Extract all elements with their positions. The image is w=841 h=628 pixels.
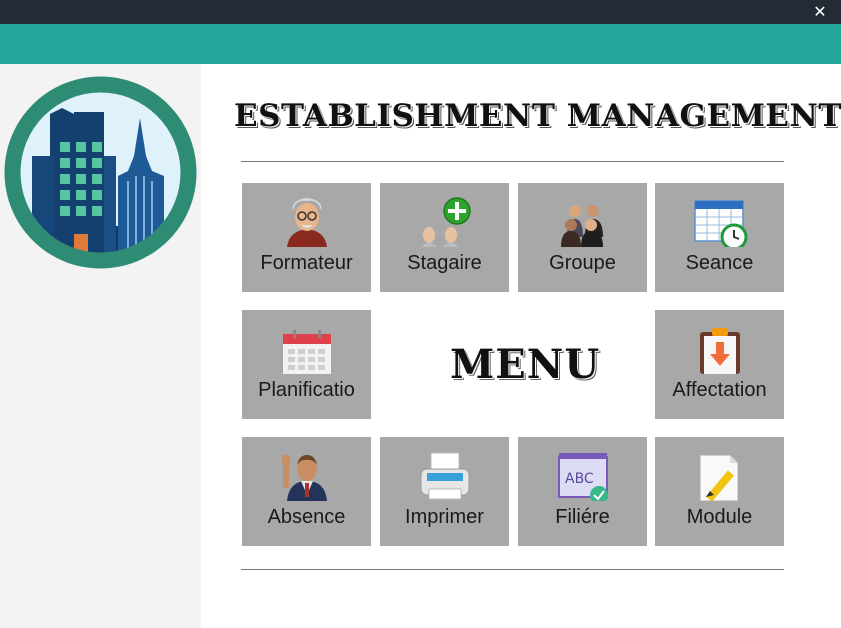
tile-absence[interactable]: Absence [242, 437, 371, 546]
tile-label: Filiére [555, 506, 610, 528]
printer-icon [420, 452, 469, 500]
main-panel: ESTABLISHMENT MANAGEMENT Formateur Staga… [201, 64, 841, 628]
sidebar [0, 64, 201, 628]
divider-top [241, 161, 784, 162]
header-band [0, 24, 841, 64]
tile-label: Absence [267, 506, 346, 528]
tile-label: Groupe [549, 252, 616, 274]
add-trainee-icon [420, 197, 471, 247]
group-icon [560, 205, 603, 247]
divider-bottom [241, 569, 784, 570]
app-title-text: ESTABLISHMENT MANAGEMENT [234, 98, 841, 134]
note-pencil-icon [699, 454, 738, 501]
tile-label: Module [686, 506, 753, 528]
tile-imprimer[interactable]: Imprimer [380, 437, 509, 546]
schedule-clock-icon [693, 200, 747, 247]
tile-label: Seance [685, 252, 754, 274]
tile-seance[interactable]: Seance [655, 183, 784, 292]
tile-module[interactable]: Module [655, 437, 784, 546]
clipboard-download-icon [699, 328, 740, 374]
tile-planificatio[interactable]: Planificatio [242, 310, 371, 419]
teacher-icon [286, 198, 327, 247]
tile-stagaire[interactable]: Stagaire [380, 183, 509, 292]
tile-label: Formateur [260, 252, 353, 274]
tile-affectation[interactable]: Affectation [655, 310, 784, 419]
app-title: ESTABLISHMENT MANAGEMENT [234, 98, 841, 142]
title-bar: ✕ [0, 0, 841, 24]
tile-label: Imprimer [405, 506, 484, 528]
tile-label: Stagaire [407, 252, 482, 274]
abc-board-icon: ABC [557, 453, 608, 501]
tile-groupe[interactable]: Groupe [518, 183, 647, 292]
svg-text:ABC: ABC [565, 471, 594, 487]
tile-formateur[interactable]: Formateur [242, 183, 371, 292]
tile-label: Affectation [672, 379, 767, 401]
tile-label: Planificatio [258, 379, 355, 401]
tile-filiere[interactable]: ABC Filiére [518, 437, 647, 546]
building-logo-icon [4, 76, 197, 269]
menu-heading: MENU [450, 341, 601, 388]
raised-hand-person-icon [281, 455, 327, 501]
calendar-icon [282, 330, 331, 374]
close-button[interactable]: ✕ [811, 2, 829, 22]
